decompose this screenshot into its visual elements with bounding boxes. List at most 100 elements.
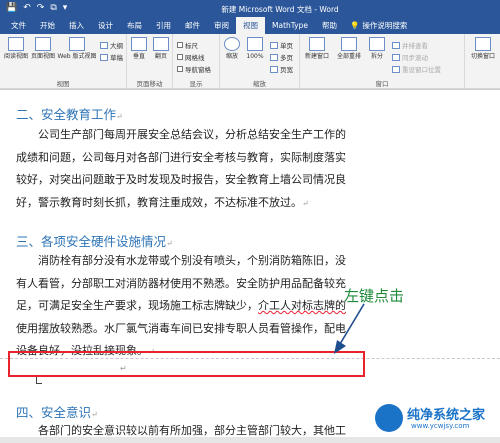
page-width-icon [270, 65, 278, 73]
group-page-move-label: 页面移动 [136, 80, 163, 88]
side-by-side-label: 并排查看 [402, 42, 428, 50]
para1-line3: 较好，对突出问题敢于及时发现及时报告，安全教育上墙公司情况良 [16, 173, 346, 186]
new-window-icon [309, 37, 325, 51]
print-layout-button[interactable]: 页面视图 [30, 37, 56, 60]
tell-me-label: 操作说明搜索 [362, 21, 408, 30]
page-width-button[interactable]: 页宽 [270, 64, 293, 74]
nav-pane-checkbox[interactable]: 导航窗格 [177, 64, 211, 74]
outline-icon [100, 41, 108, 49]
lightbulb-icon: 💡 [350, 21, 360, 30]
vertical-icon [131, 37, 147, 51]
tab-mailings[interactable]: 邮件 [178, 17, 207, 34]
heading-safety-education-text: 二、安全教育工作 [16, 107, 117, 122]
outline-button[interactable]: 大纲 [100, 40, 123, 50]
paragraph-mark: ↵ [116, 112, 123, 121]
new-window-label: 新建窗口 [304, 53, 329, 60]
tab-references[interactable]: 引用 [149, 17, 178, 34]
print-layout-icon [35, 37, 51, 51]
multi-page-button[interactable]: 多页 [270, 52, 293, 62]
heading-hardware-text: 三、各项安全硬件设施情况 [16, 234, 167, 249]
sync-scroll-button[interactable]: 同步滚动 [392, 52, 428, 62]
arrange-all-button[interactable]: 全部重排 [334, 37, 364, 60]
para3-line1: 各部门的安全意识较以前有所加强，部分主管部门较大，其他工 [38, 424, 346, 437]
arrange-all-icon [341, 37, 357, 51]
group-window-label: 窗口 [375, 80, 389, 88]
multi-page-icon [270, 53, 278, 61]
group-views: 阅读视图 页面视图 Web 版式视图 大纲 草稿 视图 [0, 34, 127, 89]
print-layout-label: 页面视图 [30, 53, 55, 60]
group-show-label: 显示 [189, 80, 203, 88]
switch-window-icon [475, 37, 491, 51]
split-label: 拆分 [370, 53, 383, 60]
paragraph-mark: ↵ [302, 198, 309, 208]
tab-home[interactable]: 开始 [33, 17, 62, 34]
tab-mathtype[interactable]: MathType [265, 17, 315, 34]
reset-position-icon [392, 65, 400, 73]
vertical-button[interactable]: 垂直 [129, 37, 149, 60]
side-by-side-button[interactable]: 并排查看 [392, 40, 428, 50]
draft-label: 草稿 [110, 54, 123, 62]
read-mode-label: 阅读视图 [3, 53, 28, 60]
reset-position-button[interactable]: 重设窗口位置 [392, 64, 441, 74]
gridlines-checkbox[interactable]: 网格线 [177, 52, 205, 62]
magnifier-icon [224, 37, 240, 51]
paragraph-safety-education[interactable]: 公司生产部门每周开展安全总结会议，分析总结安全生产工作的 成绩和问题，公司每月对… [16, 124, 482, 215]
tab-view[interactable]: 视图 [236, 17, 265, 34]
site-watermark: 纯净系统之家 www.ycwjsy.com [375, 400, 500, 437]
paragraph-mark: ↵ [91, 410, 98, 419]
read-mode-button[interactable]: 阅读视图 [3, 37, 29, 60]
one-page-icon [270, 41, 278, 49]
zoom-button[interactable]: 缩放 [222, 37, 242, 60]
tab-file[interactable]: 文件 [4, 17, 33, 34]
draft-button[interactable]: 草稿 [100, 52, 123, 62]
ruler-check[interactable] [177, 42, 183, 48]
web-layout-button[interactable]: Web 版式视图 [57, 37, 97, 60]
group-show: 标尺 网格线 导航窗格 显示 [173, 34, 220, 89]
zoom-100-label: 100% [246, 53, 264, 60]
new-window-button[interactable]: 新建窗口 [302, 37, 332, 60]
arrange-all-label: 全部重排 [336, 53, 361, 60]
tab-design[interactable]: 设计 [91, 17, 120, 34]
tab-insert[interactable]: 插入 [62, 17, 91, 34]
para1-line2: 成绩和问题，公司每月对各部门进行安全考核与教育，实际制度落实 [16, 150, 346, 164]
watermark-url: www.ycwjsy.com [411, 422, 470, 430]
heading-safety-education[interactable]: 二、安全教育工作↵ [16, 104, 123, 123]
paragraph-mark: ↵ [166, 239, 173, 248]
split-button[interactable]: 拆分 [366, 37, 388, 60]
one-page-button[interactable]: 单页 [270, 40, 293, 50]
web-layout-icon [69, 37, 85, 51]
tab-layout[interactable]: 布局 [120, 17, 149, 34]
ribbon-tabs: 文件 开始 插入 设计 布局 引用 邮件 审阅 视图 MathType 帮助 💡… [0, 17, 500, 34]
para2-line3: 足，可满足安全生产要求，现场施工标志牌缺少， [16, 299, 258, 312]
switch-window-button[interactable]: 切换窗口 [468, 37, 498, 60]
ruler-checkbox[interactable]: 标尺 [177, 40, 198, 50]
outline-label: 大纲 [110, 42, 123, 50]
tell-me-search[interactable]: 💡 操作说明搜索 [344, 17, 407, 34]
zoom-100-button[interactable]: 100% [244, 37, 266, 60]
watermark-text: 纯净系统之家 [407, 408, 486, 423]
zoom-100-icon [247, 37, 263, 51]
draft-icon [100, 53, 108, 61]
group-zoom-label: 缩放 [253, 80, 266, 88]
nav-pane-label: 导航窗格 [185, 66, 211, 74]
gridlines-label: 网格线 [185, 54, 205, 62]
reset-position-label: 重设窗口位置 [402, 66, 441, 74]
heading-awareness-text: 四、安全意识 [16, 405, 92, 420]
tab-help[interactable]: 帮助 [315, 17, 344, 34]
side-to-side-button[interactable]: 翻页 [151, 37, 171, 60]
heading-awareness[interactable]: 四、安全意识↵ [16, 402, 98, 421]
title-bar: 💾 ↶ ↷ ⧉ ▾ 新建 Microsoft Word 文档 - Word [0, 0, 500, 17]
tab-review[interactable]: 审阅 [207, 17, 236, 34]
group-page-move: 垂直 翻页 页面移动 [127, 34, 173, 89]
nav-pane-check[interactable] [177, 66, 183, 72]
ruler-label: 标尺 [185, 42, 198, 50]
side-to-side-icon [153, 37, 169, 51]
multi-page-label: 多页 [280, 54, 293, 62]
one-page-label: 单页 [280, 42, 293, 50]
paragraph-hardware[interactable]: 消防栓有部分没有水龙带或个别没有喷头，个别消防箱陈旧，没 有人看管，分部职工对消… [16, 250, 482, 364]
switch-window-label: 切换窗口 [470, 53, 495, 60]
page-width-label: 页宽 [280, 66, 293, 74]
heading-hardware[interactable]: 三、各项安全硬件设施情况↵ [16, 231, 173, 250]
text-cursor-icon [36, 376, 42, 384]
gridlines-check[interactable] [177, 54, 183, 60]
